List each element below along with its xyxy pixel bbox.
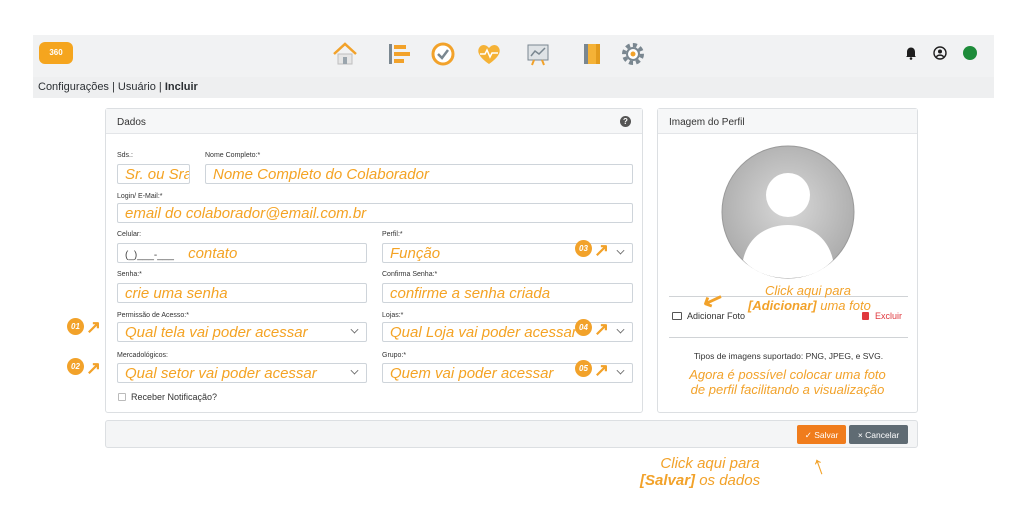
annotation-add-line2: uma foto <box>816 297 871 313</box>
save-label: Salvar <box>814 430 839 440</box>
top-navbar: 360 <box>33 35 994 77</box>
image-icon <box>672 312 682 320</box>
dados-header: Dados ? <box>106 109 642 134</box>
notificacao-label: Receber Notificação? <box>131 392 218 402</box>
check-icon: ✓ <box>804 430 815 440</box>
annotation-add-photo: Click aqui para [Adicionar] uma foto <box>748 283 871 314</box>
callout-arrow-icon: ↗ <box>594 319 610 339</box>
cancel-button[interactable]: × Cancelar <box>849 425 908 444</box>
home-icon[interactable] <box>331 40 359 68</box>
permissao-label: Permissão de Acesso:* <box>117 312 189 319</box>
callout-badge-03: 03 <box>575 240 592 257</box>
bell-icon[interactable] <box>905 46 917 60</box>
cancel-label: Cancelar <box>865 430 900 440</box>
annotation-save-line2: os dados <box>695 472 761 490</box>
gear-icon[interactable] <box>619 40 647 68</box>
callout-badge-05: 05 <box>575 360 592 377</box>
avatar-placeholder <box>721 145 855 279</box>
permissao-value: Qual tela vai poder acessar <box>125 324 308 341</box>
callout-badge-02: 02 <box>67 358 84 375</box>
callout-arrow-icon: ↑ <box>807 448 830 482</box>
delete-photo-label: Excluir <box>875 311 903 321</box>
mercado-value: Qual setor vai poder acessar <box>125 365 317 382</box>
callout-badge-04: 04 <box>575 319 592 336</box>
dados-card: Dados ? Sds.: Sr. ou Sra. Nome Completo:… <box>105 108 643 413</box>
callout-badge-01: 01 <box>67 318 84 335</box>
mercado-label: Mercadológicos: <box>117 352 168 359</box>
breadcrumb-configuracoes[interactable]: Configurações <box>38 81 109 93</box>
celular-mask: (_)___-___ <box>125 250 174 261</box>
breadcrumb-bar: Configurações | Usuário | Incluir <box>33 77 994 98</box>
app-logo[interactable]: 360 <box>39 42 73 64</box>
chevron-down-icon <box>616 246 625 255</box>
annotation-add-line1: Click aqui para <box>765 283 851 298</box>
annotation-save-line1: Click aqui para <box>660 455 760 472</box>
mercado-select[interactable]: Qual setor vai poder acessar <box>117 363 367 383</box>
grupo-label: Grupo:* <box>382 352 407 359</box>
perfil-header: Imagem do Perfil <box>658 109 917 134</box>
supported-types-text: Tipos de imagens suportado: PNG, JPEG, e… <box>693 351 884 361</box>
check-circle-icon[interactable] <box>429 40 457 68</box>
callout-arrow-icon: ↗ <box>86 317 102 337</box>
dados-title: Dados <box>117 117 146 128</box>
form-footer: ✓ Salvar × Cancelar <box>105 420 918 448</box>
perfil-title: Imagem do Perfil <box>669 117 745 128</box>
chevron-down-icon <box>616 325 625 334</box>
breadcrumb-separator: | <box>108 81 118 93</box>
user-circle-icon[interactable] <box>933 46 947 60</box>
sds-label: Sds.: <box>117 152 133 159</box>
breadcrumb: Configurações | Usuário | Incluir <box>38 81 198 93</box>
callout-arrow-icon: ↗ <box>594 360 610 380</box>
senha-label: Senha:* <box>117 271 142 278</box>
divider <box>669 337 908 338</box>
breadcrumb-current: Incluir <box>164 81 198 93</box>
perfil-label: Perfil:* <box>382 231 403 238</box>
sds-input[interactable]: Sr. ou Sra. <box>117 164 190 184</box>
grupo-value: Quem vai poder acessar <box>390 365 554 382</box>
celular-label: Celular: <box>117 231 142 238</box>
callout-arrow-icon: ↗ <box>594 240 610 260</box>
nome-label: Nome Completo:* <box>205 152 261 159</box>
notebook-icon[interactable] <box>578 40 606 68</box>
celular-value: contato <box>188 245 238 262</box>
permissao-select[interactable]: Qual tela vai poder acessar <box>117 322 367 342</box>
annotation-add-bold: [Adicionar] <box>748 297 817 313</box>
list-icon[interactable] <box>385 40 413 68</box>
notificacao-checkbox[interactable] <box>118 393 126 401</box>
heart-pulse-icon[interactable] <box>475 40 503 68</box>
save-button[interactable]: ✓ Salvar <box>797 425 846 444</box>
annotation-save: Click aqui para [Salvar] os dados <box>640 455 760 490</box>
annotation-save-bold: [Salvar] <box>640 472 696 490</box>
annotation-info: Agora é possível colocar uma foto de per… <box>657 367 918 398</box>
chart-board-icon[interactable] <box>524 40 552 68</box>
perfil-value: Função <box>390 245 441 262</box>
lojas-value: Qual Loja vai poder acessar <box>390 324 577 341</box>
chevron-down-icon <box>616 366 625 375</box>
confirma-label: Confirma Senha:* <box>382 271 438 278</box>
senha-input[interactable]: crie uma senha <box>117 283 367 303</box>
help-icon[interactable]: ? <box>620 116 631 127</box>
annotation-info-line1: Agora é possível colocar uma foto <box>689 367 886 382</box>
status-indicator <box>963 46 977 60</box>
breadcrumb-separator: | <box>155 81 165 93</box>
annotation-info-line2: de perfil facilitando a visualização <box>690 381 885 397</box>
chevron-down-icon <box>350 325 359 334</box>
celular-input[interactable]: (_)___-___ contato <box>117 243 367 263</box>
nome-input[interactable]: Nome Completo do Colaborador <box>205 164 633 184</box>
breadcrumb-usuario[interactable]: Usuário <box>118 81 156 93</box>
login-label: Login/ E-Mail:* <box>117 193 163 200</box>
login-input[interactable]: email do colaborador@email.com.br <box>117 203 633 223</box>
chevron-down-icon <box>350 366 359 375</box>
lojas-label: Lojas:* <box>382 312 404 319</box>
callout-arrow-icon: ↗ <box>86 358 102 378</box>
confirma-input[interactable]: confirme a senha criada <box>382 283 633 303</box>
